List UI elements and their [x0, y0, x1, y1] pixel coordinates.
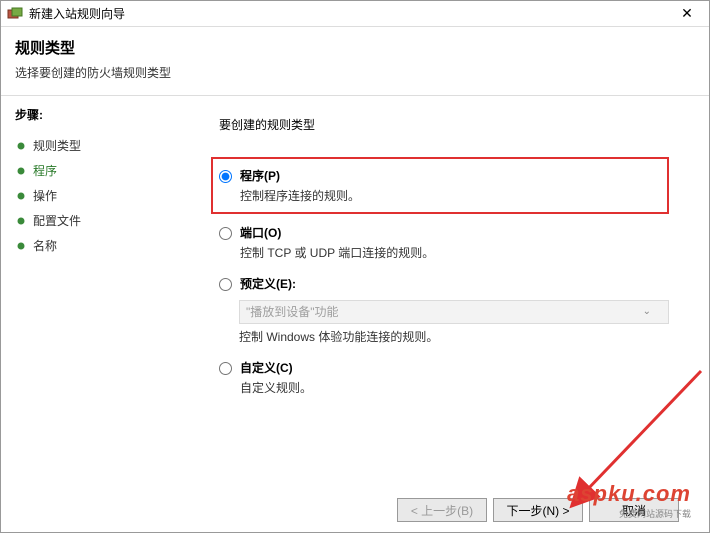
option-label: 预定义(E):	[240, 275, 296, 292]
radio-predefined[interactable]	[219, 278, 232, 291]
bullet-icon	[15, 140, 27, 152]
option-label: 端口(O)	[240, 224, 434, 241]
step-program[interactable]: 程序	[15, 158, 189, 183]
wizard-header: 规则类型 选择要创建的防火墙规则类型	[1, 27, 709, 96]
step-profile[interactable]: 配置文件	[15, 208, 189, 233]
radio-custom[interactable]	[219, 362, 232, 375]
page-subtitle: 选择要创建的防火墙规则类型	[15, 64, 695, 81]
bullet-icon	[15, 190, 27, 202]
step-name[interactable]: 名称	[15, 233, 189, 258]
window-title: 新建入站规则向导	[29, 5, 667, 22]
close-button[interactable]: ✕	[667, 2, 707, 26]
step-action[interactable]: 操作	[15, 183, 189, 208]
question-text: 要创建的规则类型	[219, 116, 669, 133]
wizard-footer: < 上一步(B) 下一步(N) > 取消	[1, 488, 709, 532]
option-desc: 自定义规则。	[240, 379, 312, 396]
step-label: 配置文件	[33, 212, 81, 229]
next-button[interactable]: 下一步(N) >	[493, 498, 583, 522]
option-label: 程序(P)	[240, 167, 360, 184]
option-predefined[interactable]: 预定义(E):	[219, 275, 669, 292]
step-label: 程序	[33, 162, 57, 179]
step-label: 名称	[33, 237, 57, 254]
radio-port[interactable]	[219, 227, 232, 240]
page-title: 规则类型	[15, 37, 695, 58]
predefined-select-wrap: "播放到设备"功能 ⌄	[219, 294, 669, 328]
option-desc: 控制 TCP 或 UDP 端口连接的规则。	[240, 244, 434, 261]
content-pane: 要创建的规则类型 程序(P) 控制程序连接的规则。 端口(O) 控制 TCP 或…	[189, 96, 709, 495]
step-label: 规则类型	[33, 137, 81, 154]
radio-program[interactable]	[219, 170, 232, 183]
app-icon	[7, 6, 23, 22]
back-button[interactable]: < 上一步(B)	[397, 498, 487, 522]
option-label: 自定义(C)	[240, 359, 312, 376]
option-desc: 控制程序连接的规则。	[240, 187, 360, 204]
steps-sidebar: 步骤: 规则类型 程序 操作 配置文件 名称	[1, 96, 189, 495]
option-port[interactable]: 端口(O) 控制 TCP 或 UDP 端口连接的规则。	[219, 224, 669, 261]
cancel-button[interactable]: 取消	[589, 498, 679, 522]
option-program[interactable]: 程序(P) 控制程序连接的规则。	[211, 157, 669, 214]
option-custom[interactable]: 自定义(C) 自定义规则。	[219, 359, 669, 396]
bullet-icon	[15, 165, 27, 177]
predefined-select[interactable]: "播放到设备"功能	[239, 300, 669, 324]
wizard-body: 步骤: 规则类型 程序 操作 配置文件 名称 要创建的规则类型 程序(P)	[1, 96, 709, 495]
bullet-icon	[15, 240, 27, 252]
bullet-icon	[15, 215, 27, 227]
step-label: 操作	[33, 187, 57, 204]
step-rule-type[interactable]: 规则类型	[15, 133, 189, 158]
predefined-desc: 控制 Windows 体验功能连接的规则。	[239, 328, 669, 345]
steps-label: 步骤:	[15, 106, 189, 123]
titlebar: 新建入站规则向导 ✕	[1, 1, 709, 27]
